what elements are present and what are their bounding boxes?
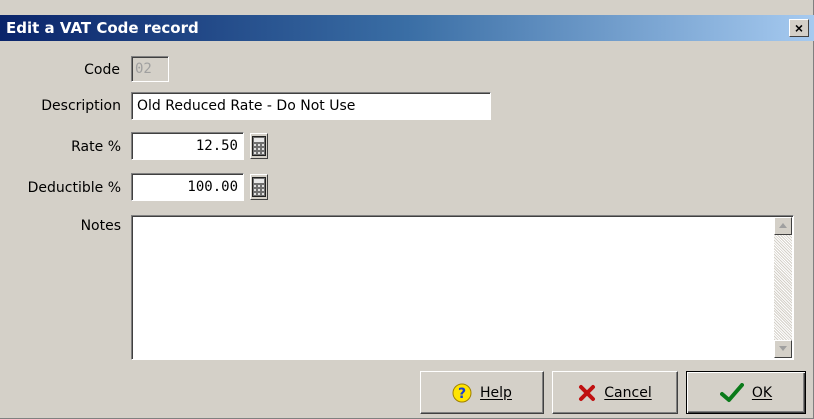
x-icon — [579, 384, 596, 401]
code-label: Code — [84, 62, 120, 78]
cancel-button-label: Cancel — [604, 384, 652, 401]
help-button[interactable]: ? Help — [420, 371, 544, 414]
close-icon: × — [794, 20, 804, 36]
calculator-icon — [252, 136, 266, 156]
notes-scrollbar[interactable] — [774, 217, 792, 358]
scroll-down-button[interactable] — [774, 340, 792, 358]
rate-field[interactable]: 12.50 — [131, 132, 244, 160]
notes-textarea[interactable] — [131, 215, 794, 360]
svg-text:?: ? — [458, 386, 466, 402]
description-field[interactable]: Old Reduced Rate - Do Not Use — [131, 92, 491, 120]
close-button[interactable]: × — [789, 19, 809, 37]
checkmark-icon — [719, 382, 744, 402]
notes-label: Notes — [80, 218, 121, 234]
arrow-up-icon — [779, 223, 787, 228]
scroll-up-button[interactable] — [774, 217, 792, 235]
rate-calculator-button[interactable] — [250, 133, 268, 159]
rate-label: Rate % — [71, 139, 121, 155]
description-label: Description — [41, 98, 121, 114]
help-button-label: Help — [480, 384, 512, 401]
calculator-icon — [252, 177, 266, 197]
arrow-down-icon — [779, 346, 787, 351]
code-field: 02 — [131, 56, 169, 82]
deductible-calculator-button[interactable] — [250, 174, 268, 200]
deductible-field[interactable]: 100.00 — [131, 173, 244, 201]
edit-vat-code-dialog: Edit a VAT Code record × Code 02 Descrip… — [0, 0, 814, 419]
ok-button[interactable]: OK — [686, 371, 806, 414]
window-title: Edit a VAT Code record — [6, 19, 199, 37]
deductible-label: Deductible % — [27, 180, 121, 196]
cancel-button[interactable]: Cancel — [552, 371, 678, 414]
ok-button-label: OK — [751, 384, 773, 401]
question-icon: ? — [452, 383, 472, 402]
title-bar[interactable]: Edit a VAT Code record × — [0, 15, 814, 41]
